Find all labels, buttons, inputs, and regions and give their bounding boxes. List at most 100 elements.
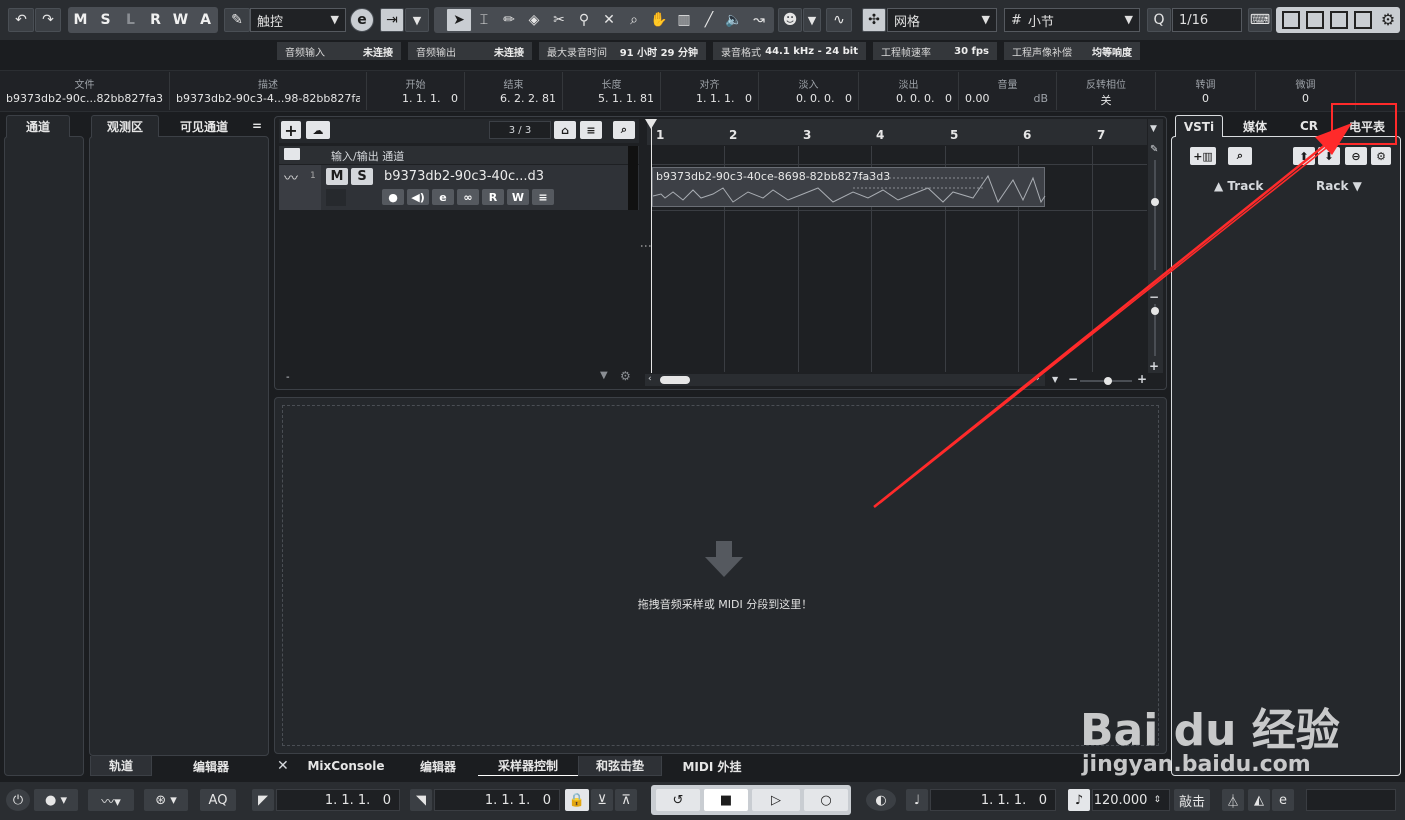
snap-type-select[interactable]: 网格 ▼ <box>887 8 997 32</box>
info-snap[interactable]: 对齐 1. 1. 1. 0 <box>661 72 759 110</box>
punch-out-button[interactable]: ⊼ <box>615 789 637 811</box>
cycle-button[interactable]: ↺ <box>656 789 700 811</box>
right-locator-field[interactable]: 1. 1. 1. 0 <box>434 789 560 811</box>
quantize-button[interactable]: Q <box>1147 8 1171 32</box>
audio-perf-button[interactable]: 〰▾ <box>88 789 134 811</box>
info-file[interactable]: 文件 b9373db2-90c...82bb827fa3d3 <box>0 72 170 110</box>
automation-mode-select[interactable]: 触控 ▼ <box>250 8 346 32</box>
sync-selection-button[interactable]: ⌂ <box>554 121 576 139</box>
punch-in-button[interactable]: ⊻ <box>591 789 613 811</box>
chevron-down-icon[interactable]: ▼ <box>600 370 608 381</box>
right-zone-toggle[interactable] <box>1354 11 1372 29</box>
info-volume[interactable]: 音量 0.00 dB <box>959 72 1057 110</box>
lower-zone-toggle[interactable] <box>1330 11 1348 29</box>
tab-left-editor[interactable]: 编辑器 <box>153 756 269 776</box>
grid-type-select[interactable]: # 小节 ▼ <box>1004 8 1140 32</box>
left-locator-button[interactable]: ◤ <box>252 789 274 811</box>
track-write-button[interactable]: W <box>507 189 529 205</box>
monitor-button[interactable]: ◀) <box>407 189 429 205</box>
tab-midi-remote[interactable]: MIDI 外挂 <box>665 756 759 776</box>
precount-button[interactable]: ◭ <box>1248 789 1270 811</box>
info-invert-phase[interactable]: 反转相位关 <box>1057 72 1156 110</box>
info-end[interactable]: 结束 6. 2. 2. 81 <box>465 72 563 110</box>
settings-gear-icon[interactable]: ⚙ <box>1378 10 1398 30</box>
mute-tool[interactable]: ✕ <box>597 8 621 32</box>
redo-button[interactable]: ↷ <box>35 8 61 32</box>
find-track-button[interactable]: ⌕ <box>613 121 635 139</box>
info-start[interactable]: 开始 1. 1. 1. 0 <box>367 72 465 110</box>
listen-button[interactable]: L <box>118 7 143 33</box>
info-length[interactable]: 长度 5. 1. 1. 81 <box>563 72 661 110</box>
tab-chord-pads[interactable]: 和弦击垫 <box>578 756 662 776</box>
erase-tool[interactable]: ◈ <box>522 8 546 32</box>
project-position-field[interactable]: 1. 1. 1. 0 <box>930 789 1056 811</box>
tempo-track-button[interactable]: ♪ <box>1068 789 1090 811</box>
time-display-format-button[interactable]: ♩ <box>906 789 928 811</box>
tab-inspector[interactable]: 观测区 <box>91 115 159 137</box>
undo-button[interactable]: ↶ <box>8 8 34 32</box>
close-lower-zone-icon[interactable]: ✕ <box>277 758 289 774</box>
track-list-menu-button[interactable]: ≡ <box>580 121 602 139</box>
line-tool[interactable]: ╱ <box>697 8 721 32</box>
record-button[interactable]: ○ <box>804 789 848 811</box>
add-track-from-preset-button[interactable]: ☁ <box>306 121 330 139</box>
zoom-tool[interactable]: ⌕ <box>622 8 646 32</box>
snap-zero-crossing-button[interactable]: ∿ <box>826 8 852 32</box>
solo-all-button[interactable]: S <box>93 7 118 33</box>
track-read-button[interactable]: R <box>482 189 504 205</box>
tap-tempo-button[interactable]: 敲击 <box>1174 789 1210 811</box>
record-enable-button[interactable]: ● <box>382 189 404 205</box>
retrospective-record-button[interactable]: ◐ <box>866 789 896 811</box>
add-track-button[interactable]: + <box>281 121 301 140</box>
color-button[interactable]: ☻ <box>778 8 802 32</box>
automation-button[interactable]: A <box>193 7 218 33</box>
lock-button[interactable]: 🔒 <box>565 789 589 811</box>
tab-tracks[interactable]: 轨道 <box>90 756 152 776</box>
gear-icon[interactable]: ⚙ <box>620 369 631 383</box>
metronome-button[interactable]: ⏃ <box>1222 789 1244 811</box>
write-all-button[interactable]: W <box>168 7 193 33</box>
midi-activity-button[interactable]: ⊛ ▾ <box>144 789 188 811</box>
info-description[interactable]: 描述b9373db2-90c3-4...98-82bb827fa3d3 <box>170 72 367 110</box>
tab-visibility[interactable]: 可见通道 <box>165 115 243 137</box>
draw-tool[interactable]: ✏ <box>497 8 521 32</box>
hand-tool[interactable]: ✋ <box>647 8 671 32</box>
left-zone-menu-button[interactable]: = <box>248 115 266 137</box>
left-zone-toggle[interactable] <box>1282 11 1300 29</box>
warp-tool[interactable]: ↝ <box>747 8 771 32</box>
range-select-tool[interactable]: ⌶ <box>472 8 496 32</box>
automation-mode-icon-button[interactable]: ✎ <box>224 8 250 32</box>
record-mode-button[interactable]: ● ▾ <box>34 789 78 811</box>
tempo-field[interactable]: 120.000 ⇕ <box>1092 789 1170 811</box>
object-select-tool[interactable]: ➤ <box>446 8 472 32</box>
tab-sampler-control[interactable]: 采样器控制 <box>478 756 578 776</box>
info-fade-out[interactable]: 淡出 0. 0. 0. 0 <box>859 72 959 110</box>
info-transpose[interactable]: 转调 0 <box>1156 72 1256 110</box>
comp-tool[interactable]: ▥ <box>672 8 696 32</box>
horizontal-scroll-thumb[interactable] <box>660 376 690 384</box>
quantize-select[interactable]: 1/16 <box>1172 8 1242 32</box>
play-button[interactable]: ▷ <box>752 789 800 811</box>
auto-scroll-menu-button[interactable]: ▼ <box>405 8 429 32</box>
color-menu-button[interactable]: ▼ <box>803 8 821 32</box>
click-settings-button[interactable]: e <box>1272 789 1294 811</box>
play-tool[interactable]: 🔈 <box>722 8 746 32</box>
track-menu-button[interactable]: ≡ <box>532 189 554 205</box>
keyboard-button[interactable]: ⌨ <box>1248 8 1272 32</box>
glue-tool[interactable]: ⚲ <box>572 8 596 32</box>
tab-channel[interactable]: 通道 <box>6 115 70 137</box>
track-name[interactable]: b9373db2-90c3-40c...d3 <box>384 169 544 184</box>
track-solo-button[interactable]: S <box>351 168 373 185</box>
track-constrain-button[interactable]: e <box>432 189 454 205</box>
mute-all-button[interactable]: M <box>68 7 93 33</box>
inspector-zone-toggle[interactable] <box>1306 11 1324 29</box>
snap-button[interactable]: ✣ <box>862 8 886 32</box>
audio-quantize-button[interactable]: AQ <box>200 789 236 811</box>
tab-mixconsole[interactable]: MixConsole <box>296 756 396 776</box>
lanes-button[interactable]: ∞ <box>457 189 479 205</box>
left-locator-field[interactable]: 1. 1. 1. 0 <box>276 789 400 811</box>
right-locator-button[interactable]: ◥ <box>410 789 432 811</box>
constrain-delay-button[interactable]: e <box>350 8 374 32</box>
info-fade-in[interactable]: 淡入 0. 0. 0. 0 <box>759 72 859 110</box>
scroll-left-icon[interactable]: ‹ <box>648 374 652 384</box>
